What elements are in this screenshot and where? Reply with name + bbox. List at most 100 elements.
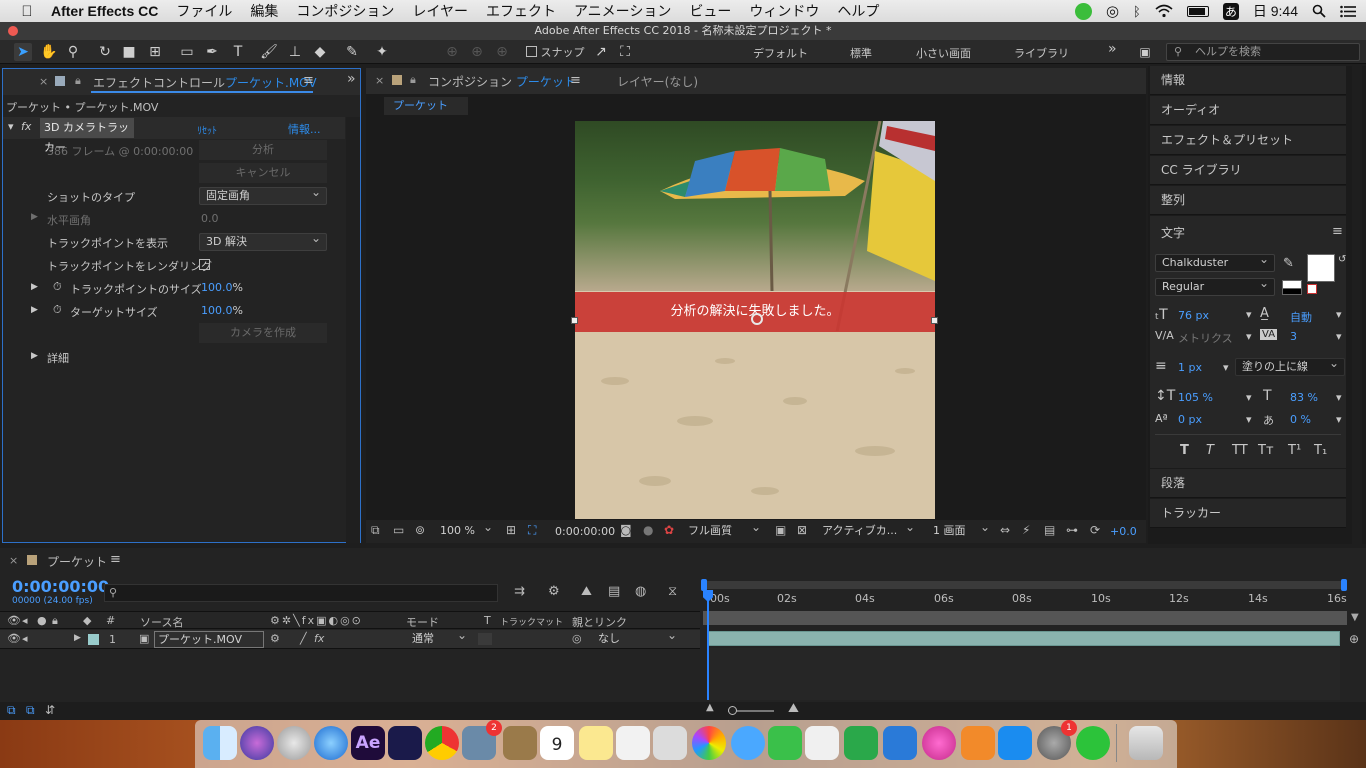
leading-value[interactable]: 自動 [1290,309,1312,325]
siri-icon[interactable] [240,726,274,760]
font-size-dropdown-arrow[interactable]: ▾ [1246,308,1252,321]
layer-row[interactable]: 👁︎ ◂ ▶ 1 ▣ プーケット.MOV ⚙ ╱ fx 通常 ◎ なし [0,627,700,649]
panel-menu-icon[interactable]: ≡ [110,552,121,567]
layer-label-swatch[interactable] [88,634,99,645]
apple-menu-icon[interactable]:  [12,0,42,22]
menu-window[interactable]: ウィンドウ [740,1,828,21]
menu-edit[interactable]: 編集 [241,1,287,21]
cc-libraries-panel[interactable]: CC ライブラリ [1150,156,1346,185]
reminders-icon[interactable] [616,726,650,760]
rotate-tool-icon[interactable]: ↻ [96,43,114,61]
effect-expand-icon[interactable]: ▾ [8,120,14,133]
draft-3d-icon[interactable]: ⚙ [548,584,560,599]
track-point-size-value[interactable]: 100.0% [201,281,243,294]
app-menu[interactable]: After Effects CC [42,3,167,19]
puppet-tool-icon[interactable]: ✦ [373,43,391,61]
track-matte-toggle[interactable] [478,633,492,645]
baseline-shift-dropdown-arrow[interactable]: ▾ [1246,413,1252,426]
preview-icon[interactable]: 2 [462,720,502,760]
parent-dropdown[interactable]: なし [592,627,682,647]
font-style-dropdown[interactable]: Regular [1155,275,1275,296]
fx-toggle-icon[interactable]: fx [21,120,31,133]
effects-switch-icon[interactable]: fx [314,632,324,645]
stopwatch-icon[interactable]: ⏱︎ [53,280,62,294]
launchpad-icon[interactable] [277,726,311,760]
keynote-icon[interactable] [883,726,917,760]
timeline-timecode[interactable]: 0:00:00:00 [12,577,109,596]
time-ruler[interactable]: 00s 02s 04s 06s 08s 10s 12s 14s 16s [703,592,1347,610]
toggle-transparency-icon[interactable]: ⊠ [797,523,807,537]
selection-tool-icon[interactable]: ➤ [14,43,32,61]
snap-grid-icon[interactable]: ⛶ [616,43,634,61]
zoom-in-icon[interactable]: ⛰ [788,701,799,716]
font-family-dropdown[interactable]: Chalkduster [1155,251,1275,272]
shot-type-dropdown[interactable]: 固定画角 [199,184,327,205]
tracker-panel[interactable]: トラッカー [1150,499,1346,528]
modes-toggle-icon[interactable]: ⧉ [26,703,35,718]
paragraph-panel[interactable]: 段落 [1150,469,1346,498]
trash-icon[interactable] [1129,726,1163,760]
layer-tab[interactable]: レイヤー(なし) [617,73,698,90]
zoom-tool-icon[interactable]: ⚲ [64,43,82,61]
zoom-out-icon[interactable]: ▲ [706,702,714,713]
effect-panel-scrollbar[interactable] [346,117,360,543]
axis-mode-icon[interactable]: ⊕ [443,43,461,61]
effect-name[interactable]: 3D カメラトラッカー [40,118,134,154]
info-panel[interactable]: 情報 [1150,66,1346,95]
workspace-default[interactable]: デフォルト [753,45,808,61]
baseline-shift-value[interactable]: 0 px [1178,413,1202,426]
camera-view-dropdown[interactable]: アクティブカ... [816,519,920,541]
analyze-button[interactable]: 分析 [199,140,327,160]
stroke-type-dropdown[interactable]: 塗りの上に線 [1235,355,1345,376]
in-out-toggle-icon[interactable]: ⇵ [45,703,55,717]
workspace-library[interactable]: ライブラリ [1014,45,1069,61]
snap-toggle[interactable]: スナップ [526,44,585,60]
layer-switches-toggle-icon[interactable]: ⧉ [7,703,16,718]
show-track-points-dropdown[interactable]: 3D 解決 [199,230,327,251]
comp-mini-flowchart-icon[interactable]: ⇉ [514,584,525,599]
eyedropper-icon[interactable]: ✎ [1283,256,1294,271]
panel-menu-icon[interactable]: ≡ [303,73,314,88]
rectangle-tool-icon[interactable]: ▭ [178,43,196,61]
track-point-size-expand-icon[interactable]: ▶ [31,282,38,292]
menu-help[interactable]: ヘルプ [828,1,888,21]
timeline-search-input[interactable]: ⚲ [104,584,498,602]
app-store-icon[interactable] [998,726,1032,760]
keyframe-icon[interactable]: ⊕ [1349,632,1359,646]
resolution-dropdown[interactable]: フル画質 [682,519,766,541]
anchor-point-icon[interactable] [751,313,763,325]
view-layout-dropdown[interactable]: 1 画面 [927,519,995,541]
swap-colors-icon[interactable]: ↺ [1338,254,1346,265]
pages-icon[interactable] [805,726,839,760]
graph-editor-icon[interactable]: ⧖ [668,584,677,599]
all-caps-button[interactable]: TT [1232,443,1248,458]
safari-icon[interactable] [314,726,348,760]
time-navigator-bar[interactable] [703,611,1347,625]
info-link[interactable]: 情報... [288,121,321,137]
itunes-icon[interactable] [922,726,956,760]
pen-tool-icon[interactable]: ✒ [203,43,221,61]
after-effects-icon[interactable]: Ae [351,726,385,760]
composition-viewer[interactable]: 分析の解決に失敗しました。 [575,121,935,519]
chrome-icon[interactable] [425,726,459,760]
motion-blur-icon[interactable]: ◍ [635,584,646,599]
blend-mode-dropdown[interactable]: 通常 [406,627,472,647]
ime-indicator[interactable]: あ [1222,2,1239,20]
messages-icon[interactable] [731,726,765,760]
facetime-icon[interactable] [768,726,802,760]
system-preferences-icon[interactable]: 1 [1037,720,1077,760]
battery-icon[interactable] [1186,5,1209,17]
fov-expand-icon[interactable]: ▶ [31,212,38,222]
transparency-grid-icon[interactable]: ⛶ [528,523,536,538]
safe-margins-icon[interactable]: ⊞ [506,523,516,537]
menu-effect[interactable]: エフェクト [477,1,565,21]
creative-cloud-icon[interactable]: ◎ [1106,2,1119,20]
ibooks-icon[interactable] [961,726,995,760]
panel-overflow-icon[interactable]: » [347,71,356,87]
layer-expand-icon[interactable]: ▶ [74,633,81,643]
eraser-tool-icon[interactable]: ◆ [311,43,329,61]
wifi-icon[interactable] [1155,4,1173,18]
flowchart-icon[interactable]: ⊶ [1066,523,1078,537]
type-tool-icon[interactable]: T [229,43,247,61]
timeline-tab[interactable]: プーケット [47,553,107,570]
